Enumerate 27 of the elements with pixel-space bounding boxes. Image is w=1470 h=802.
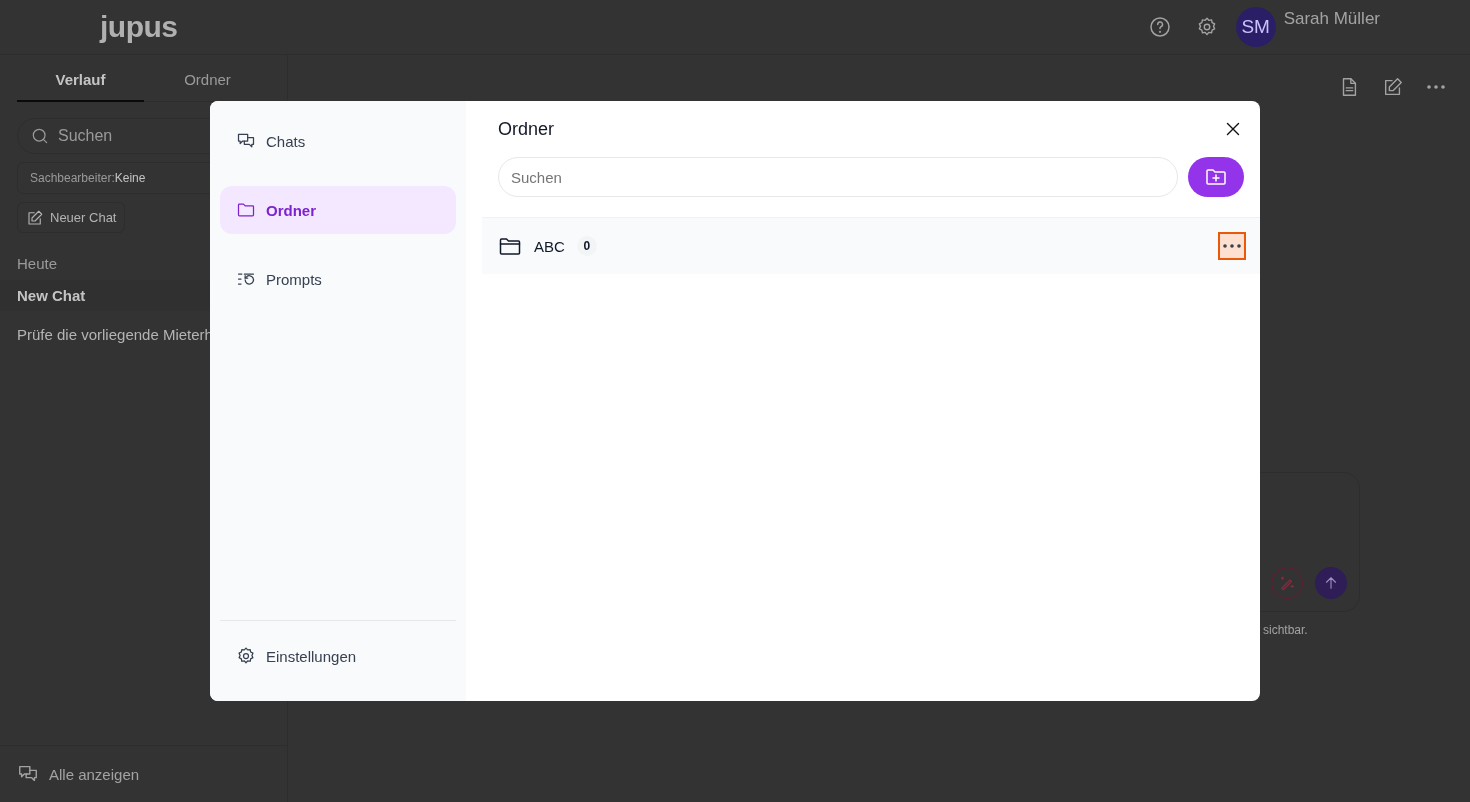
wand-icon xyxy=(1278,574,1296,592)
user-avatar[interactable]: SM xyxy=(1235,7,1276,47)
dialog-title: Ordner xyxy=(498,118,556,140)
new-chat-button[interactable]: Neuer Chat xyxy=(17,202,126,233)
send-button[interactable] xyxy=(1315,567,1347,599)
more-icon[interactable] xyxy=(1426,84,1446,90)
group-heading: Heute xyxy=(17,255,59,272)
tab[interactable]: Ordner xyxy=(144,55,271,102)
folder-row[interactable]: ABC 0 xyxy=(482,217,1260,274)
settings-item[interactable]: Einstellungen xyxy=(220,632,456,680)
search-icon xyxy=(30,126,50,146)
folder-name: ABC xyxy=(534,237,565,255)
help-icon[interactable] xyxy=(1147,15,1172,39)
edit-icon[interactable] xyxy=(1382,76,1404,98)
edit-icon xyxy=(26,208,44,227)
search-field[interactable]: Suchen xyxy=(498,157,1178,197)
user-name: Sarah Müller xyxy=(1283,9,1380,29)
nav-item[interactable]: Ordner xyxy=(220,186,456,234)
count-badge: 0 xyxy=(576,236,597,256)
hint-text: sichtbar. xyxy=(1263,623,1308,637)
settings-icon xyxy=(236,646,256,666)
add-folder-button[interactable] xyxy=(1188,157,1244,197)
logo[interactable]: jupus xyxy=(100,10,178,44)
more-icon xyxy=(1222,243,1242,249)
more-button[interactable] xyxy=(1218,232,1246,260)
show-all-link[interactable]: Alle anzeigen xyxy=(0,745,287,802)
tab[interactable]: Verlauf xyxy=(17,55,144,102)
